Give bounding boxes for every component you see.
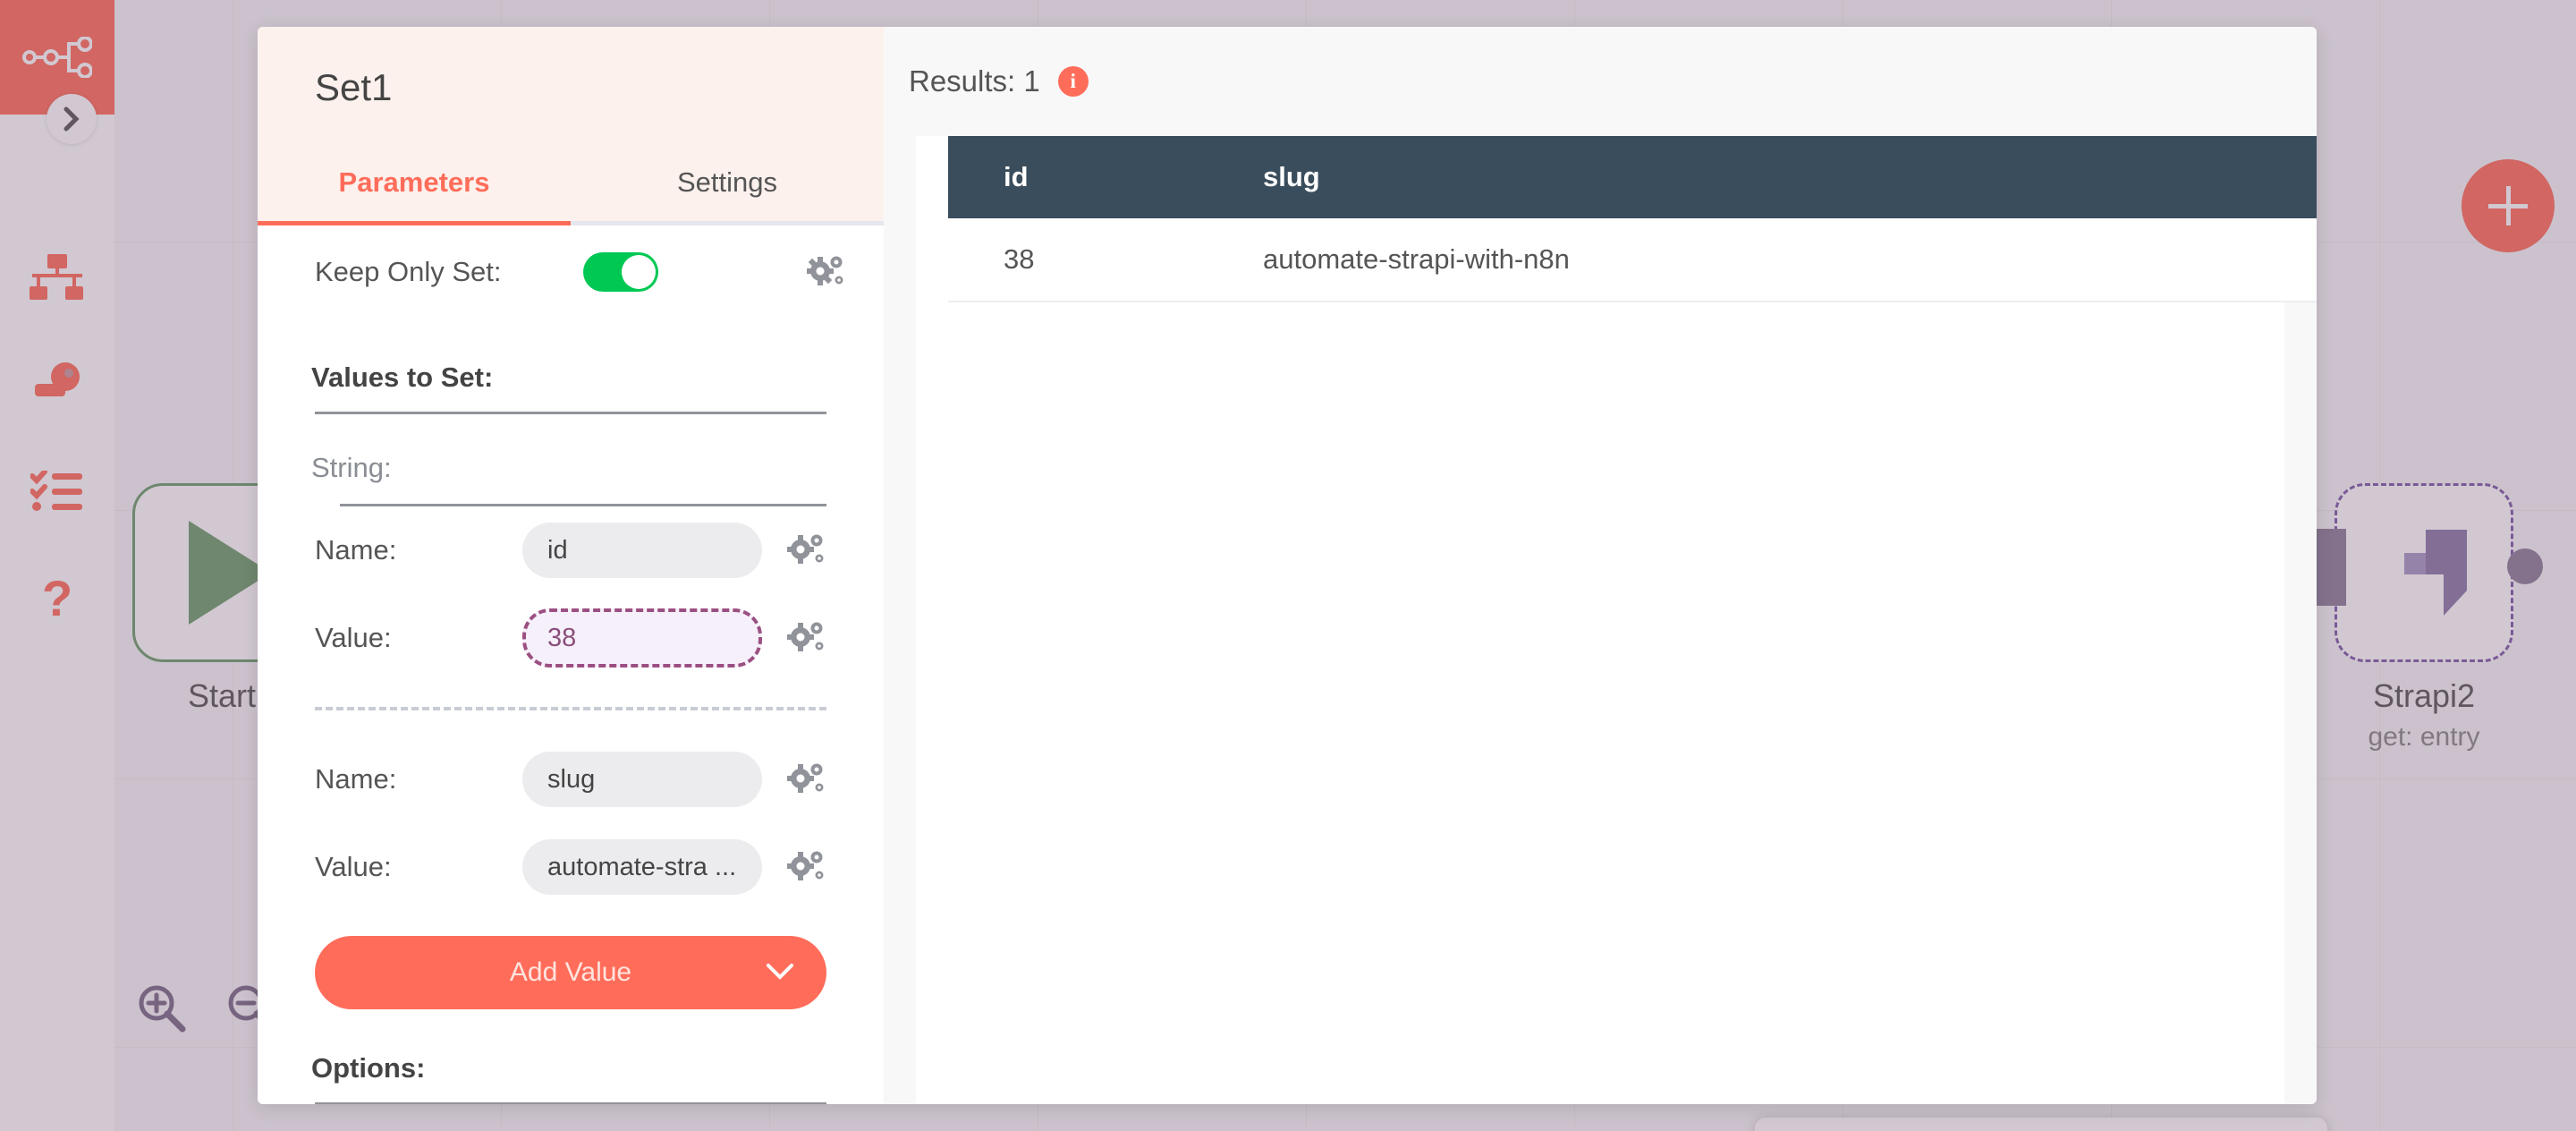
column-header-id[interactable]: id <box>948 136 1208 218</box>
output-table: id slug 38 automate-strapi-with-n8n <box>948 136 2317 302</box>
cell-slug: automate-strapi-with-n8n <box>1208 218 2317 302</box>
value-input[interactable]: automate-stra ... <box>522 839 762 895</box>
param-keep-only-set: Keep Only Set: <box>258 225 884 319</box>
gears-icon[interactable] <box>787 762 825 796</box>
page-title: Set1 <box>258 66 884 157</box>
toggle-knob <box>622 255 656 289</box>
output-header: Results: 1 i <box>884 27 2317 136</box>
results-count: Results: 1 <box>909 64 1040 98</box>
ndv-tabs: Parameters Settings <box>258 157 884 225</box>
parameters-body: Keep Only Set: <box>258 225 884 1104</box>
gears-icon[interactable] <box>787 533 825 567</box>
cell-id: 38 <box>948 218 1208 302</box>
add-value-button[interactable]: Add Value <box>315 936 826 1009</box>
gears-icon[interactable] <box>807 255 844 289</box>
parameters-pane: Set1 Parameters Settings Keep Only Set: <box>258 27 884 1104</box>
table-header-row: id slug <box>948 136 2317 218</box>
param-label: Name: <box>315 534 522 566</box>
param-row-value: Value: automate-stra ... <box>258 823 884 911</box>
param-label: Name: <box>315 763 522 795</box>
chevron-down-icon <box>766 957 794 988</box>
info-circle-icon[interactable]: i <box>1058 66 1089 97</box>
tab-parameters[interactable]: Parameters <box>258 157 571 225</box>
param-row-name: Name: id <box>258 506 884 594</box>
parameters-header: Set1 Parameters Settings <box>258 27 884 225</box>
node-details-view: Set1 Parameters Settings Keep Only Set: <box>258 27 2317 1104</box>
column-header-slug[interactable]: slug <box>1208 136 2317 218</box>
table-row: 38 automate-strapi-with-n8n <box>948 218 2317 302</box>
keep-only-set-toggle[interactable] <box>583 252 658 292</box>
add-value-label: Add Value <box>510 957 631 988</box>
param-row-name: Name: slug <box>258 736 884 823</box>
param-label: Value: <box>315 622 522 654</box>
entry-divider <box>315 707 826 710</box>
divider <box>315 1102 826 1104</box>
param-label: Keep Only Set: <box>315 256 583 288</box>
options-heading: Options: <box>258 1009 884 1102</box>
tab-settings[interactable]: Settings <box>571 157 884 225</box>
gears-icon[interactable] <box>787 850 825 884</box>
output-pane: Results: 1 i JSON Table Execute Node id … <box>884 27 2317 1104</box>
values-to-set-heading: Values to Set: <box>258 319 884 412</box>
gears-icon[interactable] <box>787 621 825 655</box>
value-input-expression[interactable]: 38 <box>522 608 762 668</box>
name-input[interactable]: id <box>522 523 762 578</box>
string-subheading: String: <box>258 414 884 504</box>
tab-active-underline <box>258 221 571 225</box>
name-input[interactable]: slug <box>522 752 762 807</box>
param-row-value: Value: 38 <box>258 594 884 682</box>
param-label: Value: <box>315 851 522 883</box>
